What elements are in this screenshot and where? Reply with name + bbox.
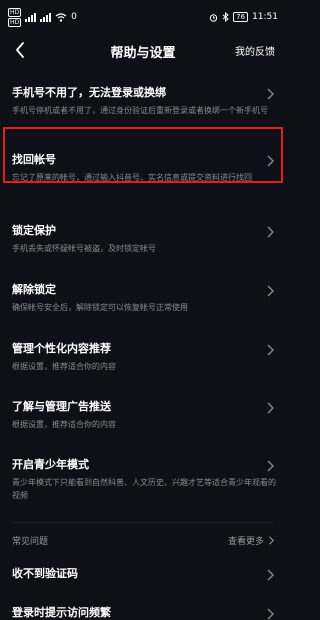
bluetooth-icon [222,12,229,22]
my-feedback-link[interactable]: 我的反馈 [235,43,275,58]
help-item-title: 锁定保护 [12,224,56,237]
chevron-right-icon [269,536,274,545]
help-item-desc: 忘记了原来的帐号，通过输入抖音号、实名信息或提交资料进行找回 [12,173,252,182]
chevron-right-icon [267,88,274,100]
help-item-unlock[interactable]: 解除锁定 确保帐号安全后，解除锁定可以恢复帐号正常使用 [0,283,286,314]
chevron-right-icon [267,344,274,356]
faq-item-title: 收不到验证码 [12,567,78,580]
hd-badges: HD HD [8,7,22,27]
see-more-label: 查看更多 [227,537,264,547]
clock: 11:51 [252,12,278,22]
help-item-lock-protection[interactable]: 锁定保护 手机丢失或怀疑帐号被盗，及时锁定帐号 [0,224,286,255]
help-item-desc: 根据设置，推荐适合你的内容 [12,362,116,371]
alarm-icon [209,13,218,22]
signal-icon [25,12,37,22]
faq-item-frequent-access[interactable]: 登录时提示访问频繁 [0,606,286,620]
chevron-right-icon [267,460,274,472]
help-item-ad-push[interactable]: 了解与管理广告推送 根据设置，推荐适合你的内容 [0,400,286,431]
section-divider [12,522,274,523]
help-item-desc: 青少年模式下只能看到自然科普、人文历史、兴趣才艺等适合青少年观看的视频 [12,478,276,500]
chevron-right-icon [267,155,274,167]
faq-item-no-code[interactable]: 收不到验证码 [0,567,286,581]
net-speed: 0 [71,12,77,22]
help-item-teen-mode[interactable]: 开启青少年模式 青少年模式下只能看到自然科普、人文历史、兴趣才艺等适合青少年观看… [0,458,286,502]
faq-section-label: 常见问题 [12,537,49,547]
help-item-title: 开启青少年模式 [12,458,89,471]
help-item-desc: 手机号停机或者不用了，通过身份验证后重新登录或者换绑一个新手机号 [12,106,268,115]
status-left: HD HD 0 [8,7,77,27]
chevron-right-icon [267,402,274,414]
help-item-personalized-content[interactable]: 管理个性化内容推荐 根据设置，推荐适合你的内容 [0,342,286,373]
back-arrow-icon [16,42,24,58]
nav-header: 帮助与设置 我的反馈 [0,34,286,68]
help-item-title: 找回帐号 [12,153,56,166]
chevron-right-icon [267,569,274,581]
help-item-desc: 手机丢失或怀疑帐号被盗，及时锁定帐号 [12,244,156,253]
help-item-title: 管理个性化内容推荐 [12,342,111,355]
hd-badge-2: HD [8,17,22,27]
help-item-desc: 确保帐号安全后，解除锁定可以恢复帐号正常使用 [12,303,188,312]
hd-badge-1: HD [8,7,22,17]
signal-icon-2 [40,12,52,22]
help-item-title: 解除锁定 [12,283,56,296]
battery-icon: 76 [233,12,249,22]
help-item-title: 手机号不用了，无法登录或换绑 [12,86,166,99]
status-right: 76 11:51 [209,12,278,22]
help-item-desc: 根据设置，推荐适合你的内容 [12,420,116,429]
back-button[interactable] [10,40,30,60]
chevron-right-icon [267,285,274,297]
wifi-icon [55,12,67,22]
chevron-right-icon [267,226,274,238]
battery-level: 76 [236,13,246,21]
help-item-recover-account[interactable]: 找回帐号 忘记了原来的帐号，通过输入抖音号、实名信息或提交资料进行找回 [0,153,286,184]
help-item-change-phone[interactable]: 手机号不用了，无法登录或换绑 手机号停机或者不用了，通过身份验证后重新登录或者换… [0,86,286,117]
see-more-link[interactable]: 查看更多 [228,534,274,547]
chevron-right-icon [267,608,274,620]
help-item-title: 了解与管理广告推送 [12,400,111,413]
faq-item-title: 登录时提示访问频繁 [12,606,111,619]
status-bar: HD HD 0 76 11:51 [0,0,286,34]
